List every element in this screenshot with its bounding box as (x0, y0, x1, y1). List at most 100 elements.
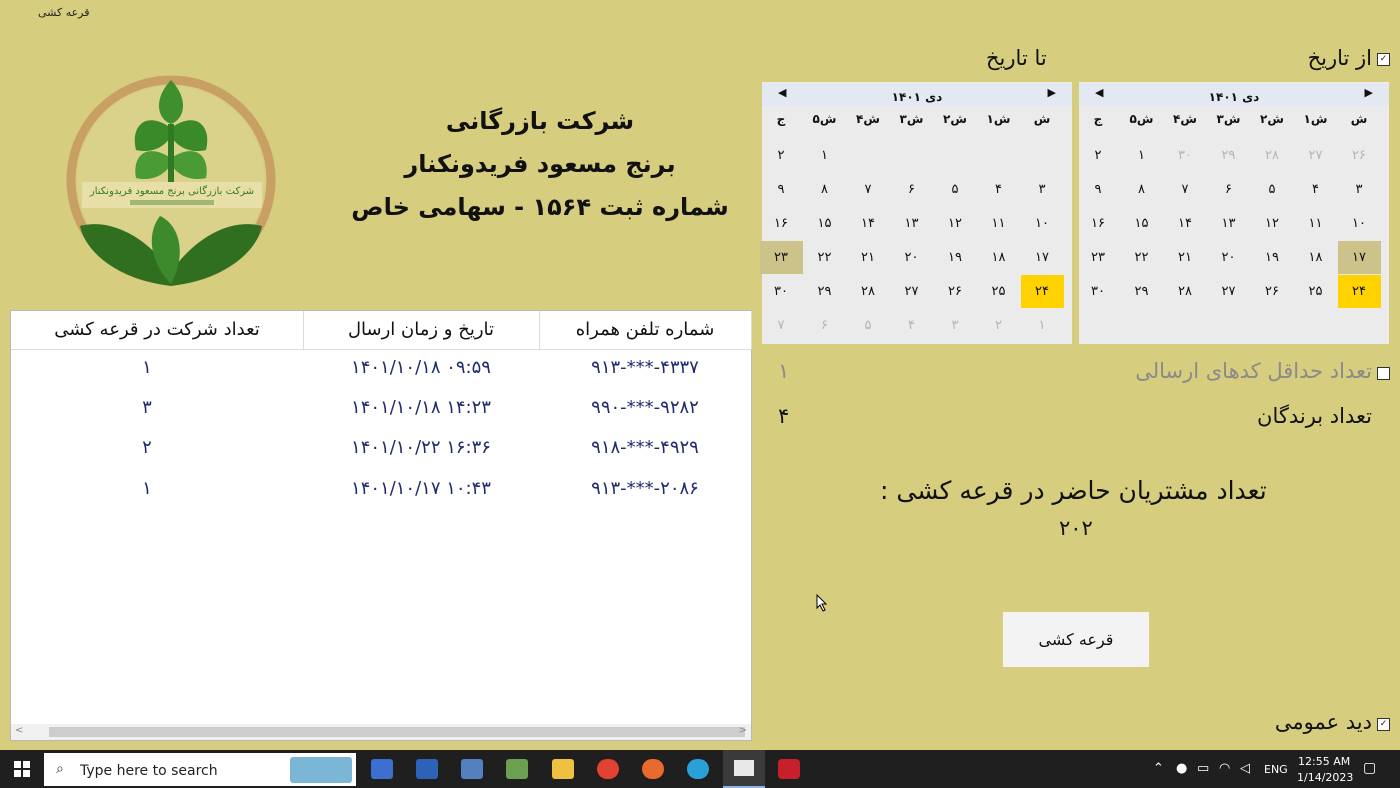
calendar-day[interactable]: ۱۹ (1251, 241, 1294, 274)
calendar-day[interactable]: ۱۰ (1021, 207, 1064, 240)
table-cell-datetime[interactable]: ۱۴۰۱/۱۰/۱۸ ۱۴:۲۳ (303, 388, 539, 428)
windows-start-icon[interactable] (14, 761, 30, 777)
calendar-day[interactable]: ۱۴ (847, 207, 890, 240)
column-header-phone[interactable]: شماره تلفن همراه (539, 311, 752, 350)
scroll-right-icon[interactable]: > (739, 725, 747, 736)
calendar-day[interactable]: ۲۰ (1207, 241, 1250, 274)
calendar-day[interactable]: ۲۲ (803, 241, 846, 274)
calendar-day[interactable]: ۲۷ (1207, 275, 1250, 308)
table-cell-phone[interactable]: ۹۹۰-***-۹۲۸۲ (539, 388, 751, 428)
calendar-day[interactable]: ۱۱ (977, 207, 1020, 240)
notification-icon[interactable]: ▢ (1363, 760, 1376, 776)
calendar-day[interactable]: ۷ (1164, 173, 1207, 206)
calendar-day[interactable]: ۲۹ (1120, 275, 1163, 308)
wifi-icon[interactable]: ◠ (1219, 761, 1230, 776)
calendar-day[interactable]: ۳ (1338, 173, 1381, 206)
min-codes-value[interactable]: ۱ (778, 359, 789, 383)
calendar-day[interactable]: ۲۹ (1207, 139, 1250, 172)
table-cell-count[interactable]: ۲ (11, 428, 283, 468)
calendar-day[interactable]: ۱۲ (934, 207, 977, 240)
calendar-day[interactable]: ۳۰ (1077, 275, 1120, 308)
calendar-day[interactable]: ۵ (847, 309, 890, 342)
calendar-day[interactable]: ۲۱ (1164, 241, 1207, 274)
calendar-day[interactable]: ۴ (977, 173, 1020, 206)
calendar-day[interactable]: ۱ (1120, 139, 1163, 172)
calendar-day[interactable]: ۴ (1294, 173, 1337, 206)
calendar-day[interactable]: ۲ (1077, 139, 1120, 172)
telegram-icon[interactable] (687, 759, 709, 779)
calendar-day[interactable]: ۸ (803, 173, 846, 206)
table-cell-count[interactable]: ۳ (11, 388, 283, 428)
calendar-day[interactable]: ۳۰ (760, 275, 803, 308)
calendar-day[interactable]: ۹ (760, 173, 803, 206)
calendar-day[interactable]: ۲۸ (1164, 275, 1207, 308)
calendar-day[interactable]: ۲۳ (1077, 241, 1120, 274)
table-cell-phone[interactable]: ۹۱۳-***-۲۰۸۶ (539, 469, 751, 509)
microphone-icon[interactable]: ● (1176, 761, 1187, 776)
calendar-day[interactable]: ۲۷ (890, 275, 933, 308)
from-date-checkbox[interactable]: ✓ (1377, 53, 1390, 66)
calendar-day[interactable]: ۲ (760, 139, 803, 172)
calendar-day[interactable]: ۲۶ (1251, 275, 1294, 308)
calendar-day[interactable]: ۲۹ (803, 275, 846, 308)
calendar-day[interactable]: ۲ (977, 309, 1020, 342)
calendar-day[interactable]: ۱۶ (760, 207, 803, 240)
calendar-day[interactable]: ۱۰ (1338, 207, 1381, 240)
calendar-day[interactable]: ۲۷ (1294, 139, 1337, 172)
calendar-day[interactable]: ۱۵ (803, 207, 846, 240)
chrome-icon[interactable] (597, 759, 619, 779)
table-cell-datetime[interactable]: ۱۴۰۱/۱۰/۲۲ ۱۶:۳۶ (303, 428, 539, 468)
calendar-day[interactable]: ۱۶ (1077, 207, 1120, 240)
scrollbar-thumb[interactable] (49, 727, 745, 737)
remote-desktop-icon[interactable] (416, 759, 438, 779)
calendar-day[interactable]: ۳۰ (1164, 139, 1207, 172)
calendar-day[interactable]: ۱۷ (1337, 241, 1381, 274)
calendar-day[interactable]: ۱۸ (977, 241, 1020, 274)
calendar-day[interactable]: ۳ (934, 309, 977, 342)
battery-icon[interactable]: ▭ (1197, 761, 1209, 776)
column-header-count[interactable]: تعداد شرکت در قرعه کشی (11, 311, 304, 350)
table-cell-datetime[interactable]: ۱۴۰۱/۱۰/۱۷ ۱۰:۴۳ (303, 469, 539, 509)
calendar-day[interactable]: ۲۴ (1020, 275, 1064, 308)
calendar-day[interactable]: ۲۸ (847, 275, 890, 308)
calendar-day[interactable]: ۲۶ (1338, 139, 1381, 172)
taskbar-clock-date[interactable]: 1/14/2023 (1297, 771, 1353, 784)
calendar-day[interactable]: ۲۱ (847, 241, 890, 274)
calendar-day[interactable]: ۲۴ (1337, 275, 1381, 308)
table-cell-phone[interactable]: ۹۱۳-***-۴۳۳۷ (539, 348, 751, 388)
volume-icon[interactable]: ◁ (1240, 761, 1250, 776)
general-view-checkbox[interactable]: ✓ (1377, 718, 1390, 731)
from-date-calendar[interactable]: ◀ ▶ دی ۱۴۰۱ ش ۱ش ۲ش ۳ش ۴ش ۵ش ج ۲۶ ۲۷ ۲۸ ۲۹ ۳۰ ۱ ۲ ۳ ۴ ۵ ۶… (1079, 82, 1389, 344)
calendar-day[interactable]: ۱۳ (1207, 207, 1250, 240)
calendar-day[interactable]: ۲۰ (890, 241, 933, 274)
calendar-day[interactable]: ۵ (1251, 173, 1294, 206)
calendar-day[interactable]: ۲۳ (759, 241, 803, 274)
calendar-day[interactable]: ۶ (803, 309, 846, 342)
calendar-day[interactable]: ۲۲ (1120, 241, 1163, 274)
calendar-day[interactable]: ۸ (1120, 173, 1163, 206)
calendar-day[interactable]: ۶ (1207, 173, 1250, 206)
taskbar-clock-time[interactable]: 12:55 AM (1298, 755, 1350, 768)
file-explorer-icon[interactable] (552, 759, 574, 779)
calendar-day[interactable]: ۱۵ (1120, 207, 1163, 240)
calendar-day[interactable]: ۱ (803, 139, 846, 172)
calendar-day[interactable]: ۱۷ (1021, 241, 1064, 274)
calendar-day[interactable]: ۱۳ (890, 207, 933, 240)
network-app-icon[interactable] (371, 759, 393, 779)
table-cell-datetime[interactable]: ۱۴۰۱/۱۰/۱۸ ۰۹:۵۹ (303, 348, 539, 388)
calendar-day[interactable]: ۱۹ (934, 241, 977, 274)
language-indicator[interactable]: ENG (1264, 763, 1288, 776)
calendar-day[interactable]: ۱۲ (1251, 207, 1294, 240)
table-cell-count[interactable]: ۱ (11, 348, 283, 388)
calendar-day[interactable]: ۲۶ (934, 275, 977, 308)
calendar-day[interactable]: ۲۵ (1294, 275, 1337, 308)
taskbar-search-box[interactable]: ⌕ Type here to search (44, 753, 356, 786)
notepad-app-icon[interactable] (506, 759, 528, 779)
calendar-day[interactable]: ۲۸ (1251, 139, 1294, 172)
active-app-tab[interactable] (723, 750, 765, 788)
winners-value[interactable]: ۴ (778, 404, 789, 428)
calendar-day[interactable]: ۷ (760, 309, 803, 342)
horizontal-scrollbar[interactable]: < > (11, 724, 751, 740)
calendar-day[interactable]: ۲۵ (977, 275, 1020, 308)
scroll-left-icon[interactable]: < (15, 725, 23, 736)
